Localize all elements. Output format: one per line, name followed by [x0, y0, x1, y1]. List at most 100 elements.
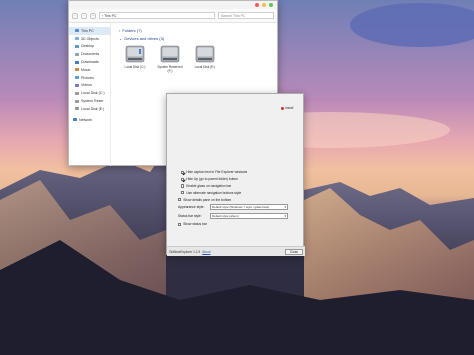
sidebar-item-label: Pictures: [81, 75, 94, 80]
sidebar-item-downloads[interactable]: Downloads: [69, 58, 110, 66]
sidebar-item-documents[interactable]: Documents: [69, 50, 110, 58]
sidebar-item-label: Local Disk (E:): [81, 106, 105, 111]
folder-icon: [75, 68, 79, 72]
sidebar-item-videos[interactable]: Videos: [69, 82, 110, 90]
sidebar-item-label: Documents: [81, 52, 100, 57]
status-bar-style-select[interactable]: Default style (ahem) ▾: [210, 213, 288, 220]
sidebar-item-label: This PC: [81, 28, 94, 33]
option-hide-up-button[interactable]: Hide Up (go to parent folder) button: [178, 176, 302, 183]
back-button[interactable]: ‹: [72, 12, 78, 19]
drive-item-e[interactable]: Local Disk (E:): [191, 44, 219, 73]
checkbox[interactable]: [178, 197, 182, 202]
install-label: Install: [285, 106, 294, 110]
settings-dialog: Install Hide caption text in File Explor…: [166, 93, 305, 256]
appearance-style-row: Appearance style: Default style (Windows…: [178, 203, 302, 212]
hard-drive-icon: [195, 45, 215, 63]
sidebar-item-label: Network: [79, 117, 93, 122]
chevron-right-icon: ›: [119, 28, 121, 33]
sidebar-item-label: System Reser: [81, 99, 104, 104]
install-button[interactable]: Install: [281, 106, 293, 110]
chevron-down-icon: ▾: [284, 205, 286, 210]
option-label: Use alternate navigation buttons style: [186, 190, 242, 195]
option-glass-navbar[interactable]: Enable glass on navigation bar: [178, 183, 302, 190]
address-bar[interactable]: › This PC: [99, 12, 215, 19]
drive-icon: [75, 107, 79, 111]
sidebar-item-3d-objects[interactable]: 3D Objects: [69, 35, 110, 43]
sidebar-item-music[interactable]: Music: [69, 66, 110, 74]
folder-icon: [75, 76, 79, 80]
appearance-style-select[interactable]: Default style (Windows 7 style / glass b…: [210, 204, 288, 211]
folder-icon: [75, 44, 79, 48]
appearance-style-label: Appearance style:: [178, 205, 205, 210]
option-label: Hide Up (go to parent folder) button: [186, 177, 239, 182]
status-bar-style-label: Status bar style:: [178, 214, 202, 219]
group-title-text: Devices and drives (3): [124, 36, 165, 41]
option-hide-caption[interactable]: Hide caption text in File Explorer windo…: [178, 169, 302, 176]
folder-icon: [75, 60, 79, 64]
folder-icon: [75, 37, 79, 41]
drive-icon: [75, 91, 79, 95]
drive-item-c[interactable]: Local Disk (C:): [121, 44, 149, 73]
sidebar-item-label: 3D Objects: [81, 36, 99, 41]
drive-list: Local Disk (C:) System Reserved (F:) Loc…: [119, 44, 269, 73]
checkbox[interactable]: [181, 191, 185, 195]
navigation-pane: This PC 3D Objects Desktop Documents Dow…: [69, 23, 111, 166]
group-devices[interactable]: ⌄ Devices and drives (3): [119, 36, 269, 41]
sidebar-item-local-disk-e[interactable]: Local Disk (E:): [69, 105, 110, 113]
checkbox[interactable]: [181, 170, 185, 174]
minimize-window-button[interactable]: [262, 3, 266, 7]
address-text: › This PC: [102, 13, 117, 18]
close-window-button[interactable]: [255, 3, 259, 7]
status-bar-style-value: Default style (ahem): [212, 214, 239, 219]
navigation-toolbar: ‹ › ^ › This PC Search This PC: [69, 9, 277, 23]
option-label: Enable glass on navigation bar: [186, 183, 232, 188]
group-folders[interactable]: › Folders (7): [119, 28, 269, 33]
dialog-footer: OldNewExplorer 1.1.9 About Close: [167, 246, 305, 256]
option-details-pane-bottom[interactable]: Show details pane on the bottom: [178, 196, 302, 203]
checkbox[interactable]: [181, 184, 185, 188]
sidebar-item-label: Music: [81, 67, 91, 72]
option-label: Hide caption text in File Explorer windo…: [186, 170, 248, 175]
hard-drive-icon: [125, 45, 145, 63]
options-panel: Hide caption text in File Explorer windo…: [178, 169, 302, 228]
chevron-down-icon: ⌄: [119, 36, 123, 41]
option-label: Show status bar: [183, 222, 207, 227]
drive-icon: [75, 99, 79, 103]
hard-drive-icon: [160, 45, 180, 63]
group-title-text: Folders (7): [122, 28, 142, 33]
status-bar-style-row: Status bar style: Default style (ahem) ▾: [178, 212, 302, 221]
folder-icon: [75, 83, 79, 87]
search-input[interactable]: Search This PC: [218, 12, 274, 19]
search-placeholder: Search This PC: [221, 13, 246, 18]
drive-label: Local Disk (C:): [124, 65, 146, 69]
sidebar-item-label: Videos: [81, 83, 92, 88]
about-link[interactable]: About: [202, 250, 210, 254]
sidebar-item-local-disk-c[interactable]: Local Disk (C:): [69, 89, 110, 97]
sidebar-item-label: Desktop: [81, 44, 95, 49]
drive-item-system-reserved[interactable]: System Reserved (F:): [156, 44, 184, 73]
sidebar-item-label: Local Disk (C:): [81, 91, 105, 96]
close-button[interactable]: Close: [285, 248, 303, 255]
computer-icon: [75, 29, 79, 33]
sidebar-item-this-pc[interactable]: This PC: [69, 27, 110, 35]
version-text: OldNewExplorer 1.1.9: [169, 249, 201, 254]
sidebar-item-desktop[interactable]: Desktop: [69, 43, 110, 51]
shield-icon: [281, 106, 284, 110]
checkbox[interactable]: [178, 222, 182, 226]
appearance-style-value: Default style (Windows 7 style / glass b…: [212, 205, 270, 210]
option-label: Show details pane on the bottom: [183, 197, 232, 202]
option-show-status-bar[interactable]: Show status bar: [178, 221, 302, 228]
chevron-down-icon: ▾: [284, 214, 286, 219]
maximize-window-button[interactable]: [269, 3, 273, 7]
forward-button[interactable]: ›: [81, 12, 87, 19]
checkbox[interactable]: [181, 177, 185, 181]
title-bar[interactable]: [69, 1, 277, 9]
up-button[interactable]: ^: [90, 12, 96, 19]
sidebar-item-system-reserved[interactable]: System Reser: [69, 97, 110, 105]
sidebar-item-network[interactable]: Network: [69, 116, 110, 124]
drive-label: System Reserved (F:): [157, 65, 183, 73]
sidebar-item-label: Downloads: [81, 60, 99, 65]
sidebar-item-pictures[interactable]: Pictures: [69, 74, 110, 82]
network-icon: [73, 118, 77, 122]
option-alt-nav-buttons[interactable]: Use alternate navigation buttons style: [178, 189, 302, 196]
